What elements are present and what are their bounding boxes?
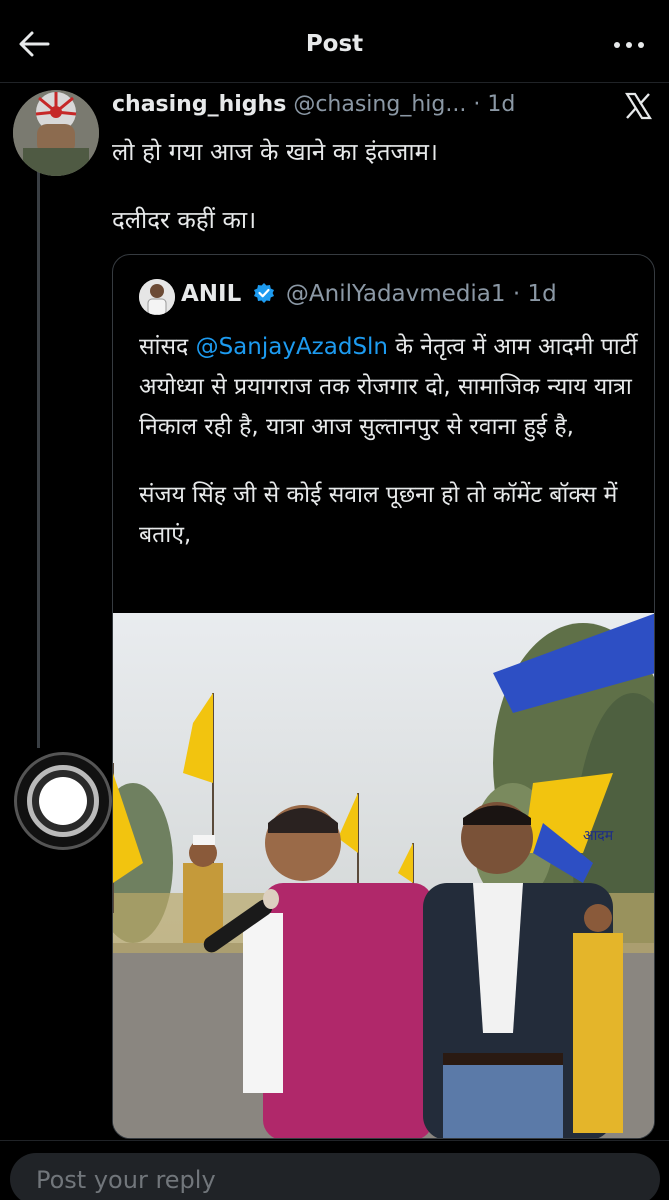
quote-avatar	[139, 279, 175, 315]
reply-bar: Post your reply	[0, 1140, 669, 1200]
tweet-text-line: दलीदर कहीं का।	[112, 206, 257, 234]
reply-placeholder: Post your reply	[36, 1166, 216, 1194]
tweet-author: chasing_highs @chasing_hig... · 1d	[112, 92, 515, 117]
header-divider	[0, 82, 669, 83]
mention-link[interactable]: @SanjayAzadSln	[196, 334, 388, 360]
tweet-text: लो हो गया आज के खाने का इंतजाम। दलीदर कह…	[112, 135, 642, 237]
avatar[interactable]	[13, 90, 99, 176]
quote-author-name[interactable]: ANIL	[181, 281, 241, 307]
quote-text-prefix: सांसद	[139, 334, 196, 360]
scroll-dot	[39, 777, 87, 825]
quote-author: ANIL @AnilYadavmedia1 · 1d	[181, 281, 557, 307]
floating-scroll-button[interactable]	[14, 752, 112, 850]
tweet-text-line: लो हो गया आज के खाने का इंतजाम।	[112, 138, 439, 166]
quoted-post[interactable]: ANIL @AnilYadavmedia1 · 1d सांसद @Sanjay…	[112, 254, 655, 1139]
verified-badge-icon	[253, 283, 274, 303]
flag-text: आदम	[583, 828, 614, 844]
more-dots-icon	[614, 42, 644, 48]
author-name[interactable]: chasing_highs	[112, 92, 286, 117]
quote-text: सांसद @SanjayAzadSln के नेतृत्व में आम आ…	[139, 327, 639, 555]
quote-photo[interactable]: आदम	[113, 613, 654, 1138]
page-title: Post	[305, 31, 364, 57]
separator-dot: ·	[473, 92, 481, 117]
quote-paragraph: संजय सिंह जी से कोई सवाल पूछना हो तो कॉम…	[139, 482, 618, 548]
quote-author-handle[interactable]: @AnilYadavmedia1	[286, 281, 506, 307]
x-logo-icon	[624, 92, 652, 120]
reply-input[interactable]: Post your reply	[10, 1153, 660, 1200]
more-button[interactable]	[613, 37, 645, 53]
quote-time: 1d	[527, 281, 557, 307]
thread-line	[37, 168, 40, 748]
quote-paragraph: सांसद @SanjayAzadSln के नेतृत्व में आम आ…	[139, 327, 639, 447]
author-handle[interactable]: @chasing_hig...	[293, 92, 466, 117]
top-bar: Post	[0, 0, 669, 82]
separator-dot: ·	[512, 281, 521, 307]
tweet-time: 1d	[487, 92, 516, 117]
